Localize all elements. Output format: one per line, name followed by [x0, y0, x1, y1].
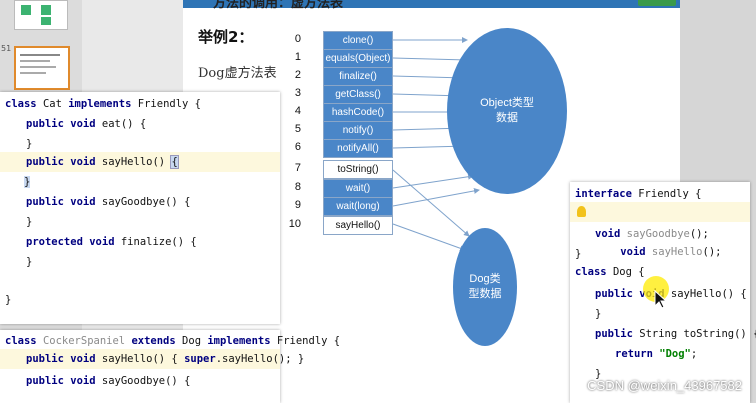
- vtable-entry: notify(): [323, 121, 393, 140]
- code-line: public void sayHello() { super.sayHello(…: [0, 349, 304, 369]
- ellipse-label: 型数据: [468, 288, 502, 300]
- vtable-index: 9: [294, 199, 301, 211]
- watermark: CSDN @weixin_43967582: [587, 378, 742, 393]
- ellipse-label: Object类型: [480, 97, 534, 109]
- vtable-index: 10: [288, 218, 301, 230]
- ellipse-label: Dog类: [469, 273, 501, 285]
- arrow-sayhello: [392, 223, 466, 252]
- vtable-entry: wait(long): [323, 197, 393, 216]
- vtable-index: 4: [294, 105, 301, 117]
- code-line: }: [595, 308, 602, 320]
- code-line-highlighted: public void sayHello() {: [0, 152, 280, 172]
- code-line: public String toString() {: [595, 328, 756, 340]
- code-line: public void eat() {: [26, 118, 147, 130]
- arrow-waitlong: [392, 187, 480, 207]
- vtable-entry: notifyAll(): [323, 139, 393, 158]
- code-line: class Cat implements Friendly {: [5, 98, 201, 110]
- vtable-entry: getClass(): [323, 85, 393, 104]
- vtable-index: 0: [294, 33, 301, 45]
- code-line: return "Dog";: [615, 348, 698, 360]
- code-line: }: [575, 248, 582, 260]
- code-line: }: [26, 138, 33, 150]
- vtable-entry: toString(): [323, 160, 393, 179]
- code-line: public void sayHello() {: [595, 288, 747, 300]
- arrow-tostring: [392, 169, 470, 237]
- code-line: }: [5, 294, 12, 306]
- code-line: protected void finalize() {: [26, 236, 197, 248]
- vtable-entry: hashCode(): [323, 103, 393, 122]
- arrow-equals: [392, 56, 468, 63]
- vtable-entry: clone(): [323, 31, 393, 50]
- mouse-pointer-icon: [654, 290, 668, 309]
- code-line: class Dog {: [575, 266, 645, 278]
- code-line: }: [26, 256, 33, 268]
- code-line: }: [24, 176, 31, 188]
- code-line: public void sayGoodbye() {: [26, 375, 191, 387]
- arrow-wait: [392, 173, 474, 189]
- vtable-index: 7: [294, 162, 301, 174]
- cocker-code-panel[interactable]: class CockerSpaniel extends Dog implemen…: [0, 330, 340, 403]
- object-data-ellipse: Object类型 数据: [447, 28, 567, 194]
- dog-data-ellipse: Dog类型数据: [453, 228, 517, 346]
- vtable-entry: wait(): [323, 179, 393, 198]
- vtable-entry: sayHello(): [323, 216, 393, 235]
- vtable-entry: finalize(): [323, 67, 393, 86]
- code-line: interface Friendly {: [575, 188, 702, 200]
- vtable-index: 1: [294, 51, 301, 63]
- vtable-index: 2: [294, 69, 301, 81]
- vtable-index: 5: [294, 123, 301, 135]
- code-line: void sayHello();: [570, 202, 750, 258]
- cat-code-panel[interactable]: class Cat implements Friendly { public v…: [0, 92, 280, 324]
- lightbulb-icon[interactable]: [577, 206, 586, 217]
- code-line: public void sayGoodbye() {: [26, 196, 191, 208]
- code-line: class CockerSpaniel extends Dog implemen…: [5, 335, 341, 347]
- slide-thumbnail-prev[interactable]: [14, 0, 68, 30]
- ellipse-label: 数据: [495, 112, 518, 124]
- vtable-index: 8: [294, 181, 301, 193]
- slide-number: 51: [1, 44, 12, 53]
- code-line: }: [26, 216, 33, 228]
- vtable-index: 6: [294, 141, 301, 153]
- vtable-index: 3: [294, 87, 301, 99]
- code-line: void sayGoodbye();: [595, 228, 709, 240]
- slide-thumbnail-current[interactable]: [14, 46, 70, 90]
- vtable-entry: equals(Object): [323, 49, 393, 68]
